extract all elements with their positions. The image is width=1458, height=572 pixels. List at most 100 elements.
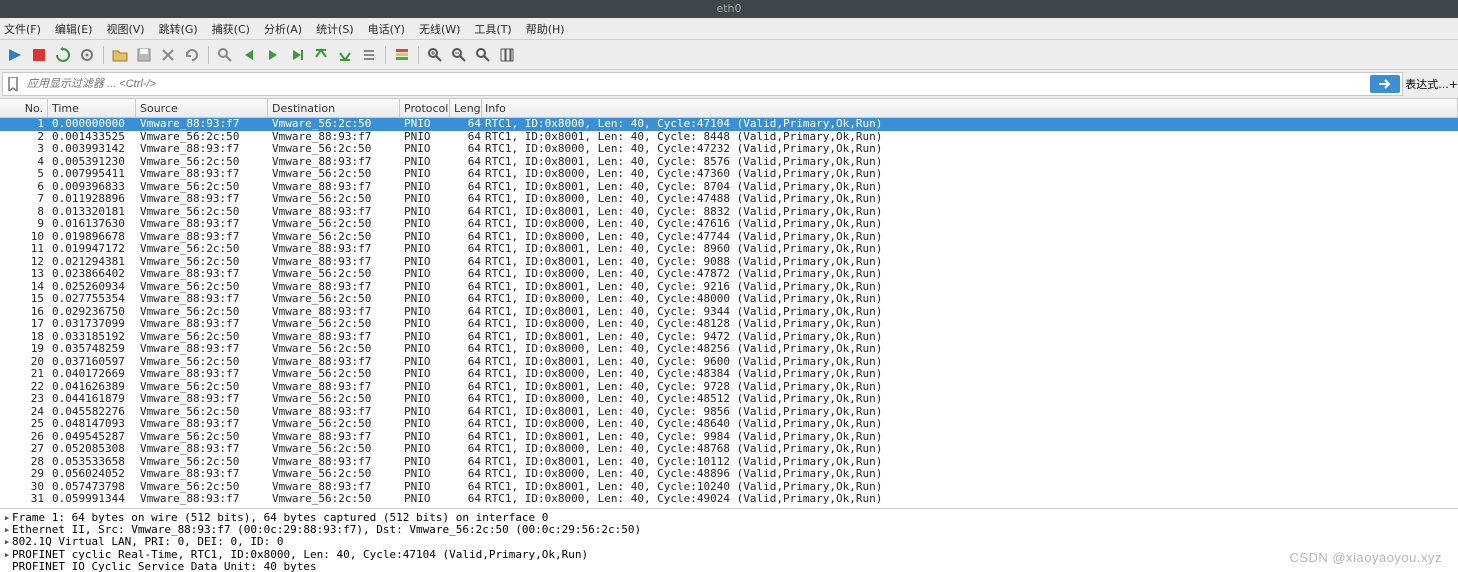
packet-row[interactable]: 200.037160597Vmware_56:2c:50Vmware_88:93… <box>0 356 1458 369</box>
detail-line[interactable]: PROFINET IO Cyclic Service Data Unit: 40… <box>2 561 1456 572</box>
open-file-button[interactable] <box>109 44 131 66</box>
col-info[interactable]: Info <box>482 99 1458 117</box>
detail-text: PROFINET IO Cyclic Service Data Unit: 40… <box>12 560 317 572</box>
find-packet-button[interactable] <box>214 44 236 66</box>
bookmark-icon[interactable] <box>3 74 23 94</box>
detail-line[interactable]: ▸Frame 1: 64 bytes on wire (512 bits), 6… <box>2 511 1456 523</box>
packet-row[interactable]: 230.044161879Vmware_88:93:f7Vmware_56:2c… <box>0 393 1458 406</box>
add-filter-button[interactable]: + <box>1449 78 1458 91</box>
menu-item-8[interactable]: 无线(W) <box>419 21 460 37</box>
packet-row[interactable]: 80.013320181Vmware_56:2c:50Vmware_88:93:… <box>0 206 1458 219</box>
packet-row[interactable]: 110.019947172Vmware_56:2c:50Vmware_88:93… <box>0 243 1458 256</box>
menu-item-1[interactable]: 编辑(E) <box>55 21 93 37</box>
display-filter-input[interactable] <box>23 76 1368 92</box>
detail-line[interactable]: ▸PROFINET cyclic Real-Time, RTC1, ID:0x8… <box>2 548 1456 560</box>
auto-scroll-button[interactable] <box>358 44 380 66</box>
col-destination[interactable]: Destination <box>268 99 400 117</box>
menu-item-4[interactable]: 捕获(C) <box>212 21 250 37</box>
go-to-packet-button[interactable] <box>286 44 308 66</box>
col-source[interactable]: Source <box>136 99 268 117</box>
packet-row[interactable]: 90.016137630Vmware_88:93:f7Vmware_56:2c:… <box>0 218 1458 231</box>
colorize-button[interactable] <box>391 44 413 66</box>
detail-text: 802.1Q Virtual LAN, PRI: 0, DEI: 0, ID: … <box>12 535 284 548</box>
col-time[interactable]: Time <box>48 99 136 117</box>
filter-apply-button[interactable] <box>1370 75 1400 93</box>
packet-row[interactable]: 220.041626389Vmware_56:2c:50Vmware_88:93… <box>0 381 1458 394</box>
packet-list-header: No. Time Source Destination Protocol Len… <box>0 98 1458 118</box>
packet-row[interactable]: 130.023866402Vmware_88:93:f7Vmware_56:2c… <box>0 268 1458 281</box>
packet-row[interactable]: 190.035748259Vmware_88:93:f7Vmware_56:2c… <box>0 343 1458 356</box>
detail-line[interactable]: ▸Ethernet II, Src: Vmware_88:93:f7 (00:0… <box>2 523 1456 535</box>
packet-row[interactable]: 280.053533658Vmware_56:2c:50Vmware_88:93… <box>0 456 1458 469</box>
col-protocol[interactable]: Protocol <box>400 99 450 117</box>
save-file-button[interactable] <box>133 44 155 66</box>
window-titlebar: eth0 <box>0 0 1458 18</box>
packet-row[interactable]: 100.019896678Vmware_88:93:f7Vmware_56:2c… <box>0 231 1458 244</box>
menu-item-6[interactable]: 统计(S) <box>316 21 354 37</box>
packet-row[interactable]: 160.029236750Vmware_56:2c:50Vmware_88:93… <box>0 306 1458 319</box>
menu-item-9[interactable]: 工具(T) <box>474 21 511 37</box>
menu-item-7[interactable]: 电话(Y) <box>368 21 405 37</box>
expand-icon[interactable]: ▸ <box>2 523 12 536</box>
col-length[interactable]: Length <box>450 99 482 117</box>
packet-row[interactable]: 70.011928896Vmware_88:93:f7Vmware_56:2c:… <box>0 193 1458 206</box>
packet-row[interactable]: 290.056024052Vmware_88:93:f7Vmware_56:2c… <box>0 468 1458 481</box>
packet-row[interactable]: 180.033185192Vmware_56:2c:50Vmware_88:93… <box>0 331 1458 344</box>
menu-item-2[interactable]: 视图(V) <box>106 21 144 37</box>
restart-capture-button[interactable] <box>52 44 74 66</box>
toolbar-separator <box>385 46 386 64</box>
menu-item-10[interactable]: 帮助(H) <box>526 21 565 37</box>
packet-list[interactable]: 10.000000000Vmware_88:93:f7Vmware_56:2c:… <box>0 118 1458 508</box>
expand-icon[interactable]: ▸ <box>2 535 12 548</box>
packet-row[interactable]: 120.021294381Vmware_56:2c:50Vmware_88:93… <box>0 256 1458 269</box>
expand-icon[interactable]: ▸ <box>2 548 12 561</box>
packet-row[interactable]: 310.059991344Vmware_88:93:f7Vmware_56:2c… <box>0 493 1458 506</box>
capture-options-button[interactable] <box>76 44 98 66</box>
stop-capture-button[interactable] <box>28 44 50 66</box>
go-last-button[interactable] <box>334 44 356 66</box>
packet-row[interactable]: 240.045582276Vmware_56:2c:50Vmware_88:93… <box>0 406 1458 419</box>
menu-item-5[interactable]: 分析(A) <box>264 21 302 37</box>
start-capture-button[interactable] <box>4 44 26 66</box>
menu-item-3[interactable]: 跳转(G) <box>159 21 198 37</box>
packet-row[interactable]: 40.005391230Vmware_56:2c:50Vmware_88:93:… <box>0 156 1458 169</box>
menu-item-0[interactable]: 文件(F) <box>4 21 41 37</box>
expression-button[interactable]: 表达式... <box>1405 76 1449 92</box>
packet-details[interactable]: ▸Frame 1: 64 bytes on wire (512 bits), 6… <box>0 508 1458 572</box>
toolbar-separator <box>208 46 209 64</box>
close-file-button[interactable] <box>157 44 179 66</box>
packet-row[interactable]: 270.052085308Vmware_88:93:f7Vmware_56:2c… <box>0 443 1458 456</box>
toolbar <box>0 40 1458 70</box>
reload-file-button[interactable] <box>181 44 203 66</box>
zoom-reset-button[interactable] <box>472 44 494 66</box>
packet-row[interactable]: 250.048147093Vmware_88:93:f7Vmware_56:2c… <box>0 418 1458 431</box>
packet-row[interactable]: 260.049545287Vmware_56:2c:50Vmware_88:93… <box>0 431 1458 444</box>
packet-row[interactable]: 30.003993142Vmware_88:93:f7Vmware_56:2c:… <box>0 143 1458 156</box>
go-forward-button[interactable] <box>262 44 284 66</box>
toolbar-separator <box>103 46 104 64</box>
packet-row[interactable]: 20.001433525Vmware_56:2c:50Vmware_88:93:… <box>0 131 1458 144</box>
packet-row[interactable]: 60.009396833Vmware_56:2c:50Vmware_88:93:… <box>0 181 1458 194</box>
menubar: 文件(F) 编辑(E) 视图(V) 跳转(G) 捕获(C) 分析(A) 统计(S) 电话(Y)… <box>0 18 1458 40</box>
detail-text: Ethernet II, Src: Vmware_88:93:f7 (00:0c… <box>12 523 641 536</box>
zoom-out-button[interactable] <box>448 44 470 66</box>
packet-row[interactable]: 10.000000000Vmware_88:93:f7Vmware_56:2c:… <box>0 118 1458 131</box>
packet-row[interactable]: 210.040172669Vmware_88:93:f7Vmware_56:2c… <box>0 368 1458 381</box>
toolbar-separator <box>418 46 419 64</box>
resize-columns-button[interactable] <box>496 44 518 66</box>
packet-row[interactable]: 50.007995411Vmware_88:93:f7Vmware_56:2c:… <box>0 168 1458 181</box>
packet-row[interactable]: 150.027755354Vmware_88:93:f7Vmware_56:2c… <box>0 293 1458 306</box>
packet-row[interactable]: 300.057473798Vmware_56:2c:50Vmware_88:93… <box>0 481 1458 494</box>
packet-row[interactable]: 140.025260934Vmware_56:2c:50Vmware_88:93… <box>0 281 1458 294</box>
expand-icon[interactable] <box>2 560 12 572</box>
detail-line[interactable]: ▸802.1Q Virtual LAN, PRI: 0, DEI: 0, ID:… <box>2 536 1456 548</box>
go-back-button[interactable] <box>238 44 260 66</box>
col-no[interactable]: No. <box>0 99 48 117</box>
detail-text: Frame 1: 64 bytes on wire (512 bits), 64… <box>12 511 548 524</box>
detail-text: PROFINET cyclic Real-Time, RTC1, ID:0x80… <box>12 548 588 561</box>
expand-icon[interactable]: ▸ <box>2 511 12 524</box>
zoom-in-button[interactable] <box>424 44 446 66</box>
packet-row[interactable]: 170.031737099Vmware_88:93:f7Vmware_56:2c… <box>0 318 1458 331</box>
watermark: CSDN @xiaoyaoyou.xyz <box>1289 550 1442 565</box>
go-first-button[interactable] <box>310 44 332 66</box>
